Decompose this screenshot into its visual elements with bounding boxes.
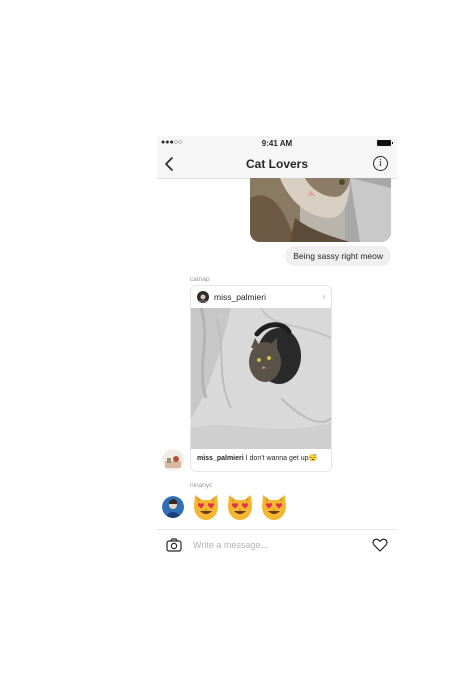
- status-bar: ●●●○○ 9:41 AM: [157, 136, 397, 150]
- chat-title: Cat Lovers: [245, 157, 309, 171]
- status-time: 9:41 AM: [261, 139, 293, 148]
- shared-post-caption: miss_palmieri I don't wanna get up😴: [197, 454, 317, 462]
- emoji-message[interactable]: [191, 492, 293, 522]
- avatar-ninanyc[interactable]: [162, 496, 184, 518]
- poster-avatar: [197, 291, 209, 303]
- avatar-catnap[interactable]: [162, 449, 184, 471]
- sent-message-bubble[interactable]: Being sassy right meow: [285, 246, 391, 266]
- info-icon[interactable]: i: [373, 156, 388, 171]
- caption-text: I don't wanna get up😴: [243, 455, 318, 462]
- shared-post-card[interactable]: miss_palmieri › miss_palmieri I don't wa…: [190, 285, 332, 472]
- nav-bar: Cat Lovers i: [157, 150, 397, 179]
- message-composer: [157, 529, 397, 559]
- caption-username[interactable]: miss_palmieri: [197, 455, 244, 462]
- shared-cat-photo[interactable]: [191, 308, 331, 449]
- sender-name-ninanyc: ninanyc: [190, 482, 213, 489]
- chevron-right-icon: ›: [322, 292, 325, 301]
- battery-icon: [377, 140, 393, 146]
- phone-screen: ●●●○○ 9:41 AM Cat Lovers i Being sassy r…: [157, 136, 397, 559]
- shared-post-username[interactable]: miss_palmieri: [214, 292, 266, 302]
- heart-eyes-cat-emoji: [194, 495, 218, 520]
- camera-icon[interactable]: [166, 538, 182, 552]
- heart-eyes-cat-emoji: [262, 495, 286, 520]
- sent-cat-photo[interactable]: [250, 178, 391, 242]
- shared-post-header[interactable]: miss_palmieri ›: [191, 286, 331, 308]
- heart-eyes-cat-emoji: [228, 495, 252, 520]
- heart-icon[interactable]: [372, 538, 388, 552]
- sender-name-catnap: catnap: [190, 276, 210, 283]
- message-input[interactable]: [193, 536, 353, 554]
